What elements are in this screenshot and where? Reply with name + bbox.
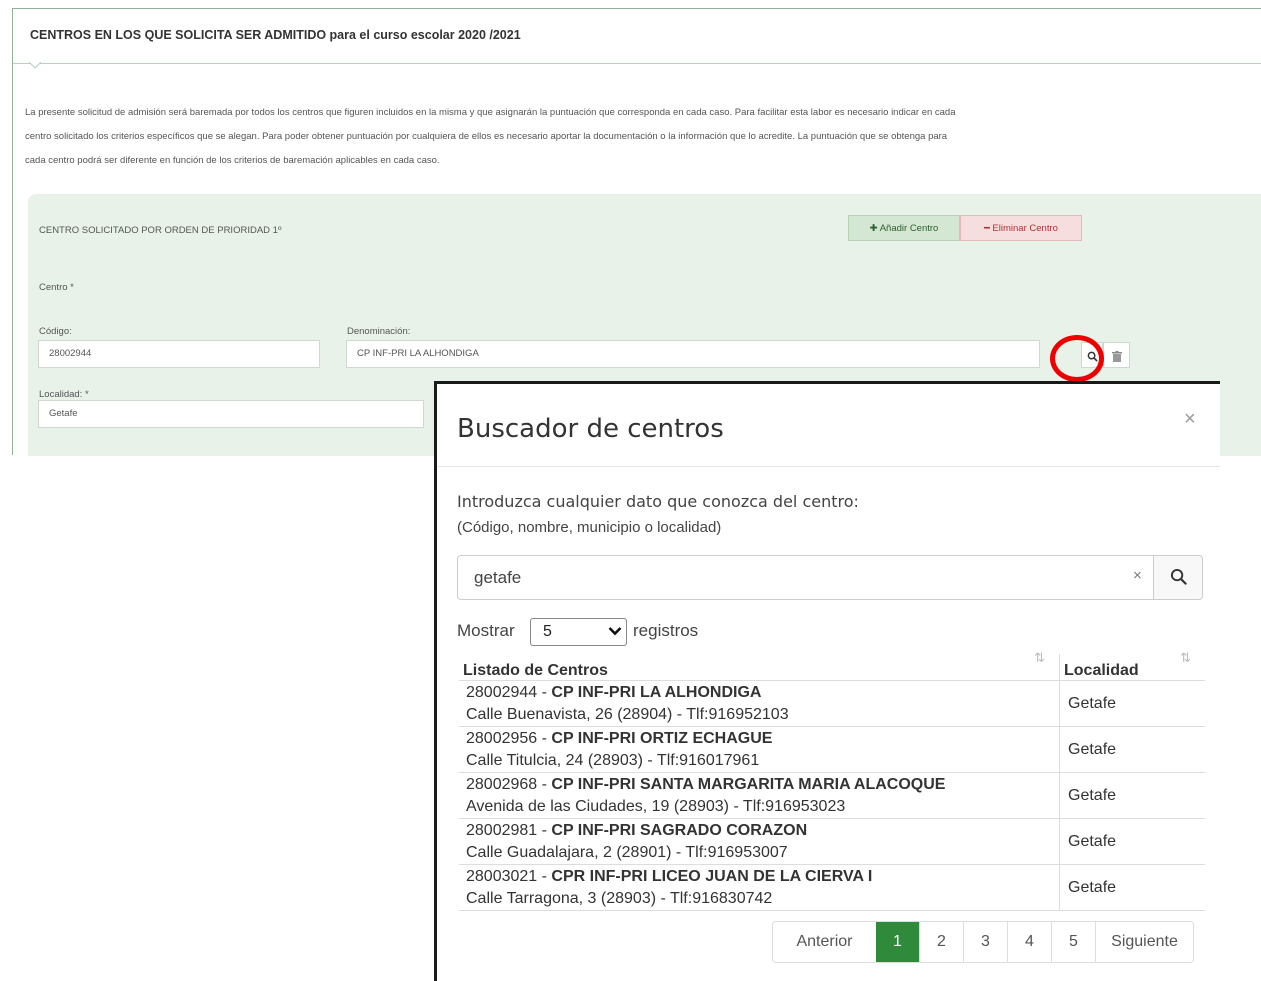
- centro-address: Calle Guadalajara, 2 (28901) - Tlf:91695…: [466, 844, 788, 861]
- centro-code: 28002956: [466, 730, 538, 747]
- caret-down-icon: [29, 62, 41, 69]
- sort-icon[interactable]: ⇅: [1180, 650, 1191, 666]
- table-header-row: Listado de Centros ⇅ Localidad ⇅: [459, 650, 1205, 681]
- centro-address: Calle Tarragona, 3 (28903) - Tlf:9168307…: [466, 890, 773, 907]
- table-row[interactable]: 28002968 - CP INF-PRI SANTA MARGARITA MA…: [459, 772, 1205, 819]
- search-group: ×: [457, 555, 1203, 600]
- column-header-label: Localidad: [1064, 662, 1139, 679]
- pagination-page-2[interactable]: 2: [919, 922, 963, 962]
- intro-line: centro solicitado los criterios específi…: [25, 131, 948, 142]
- localidad-field[interactable]: Getafe: [38, 400, 424, 428]
- pagination-prev-button[interactable]: Anterior: [773, 922, 876, 962]
- intro-line: cada centro podrá ser diferente en funci…: [25, 155, 440, 166]
- remove-centro-button[interactable]: ━ Eliminar Centro: [960, 215, 1082, 241]
- centro-heading: CENTRO SOLICITADO POR ORDEN DE PRIORIDAD…: [39, 225, 282, 236]
- localidad-cell[interactable]: Getafe: [1059, 772, 1205, 819]
- centro-cell[interactable]: 28002944 - CP INF-PRI LA ALHONDIGA Calle …: [459, 680, 1060, 727]
- pagination-page-3[interactable]: 3: [963, 922, 1007, 962]
- centro-name: CP INF-PRI LA ALHONDIGA: [551, 684, 762, 701]
- centro-cell[interactable]: 28002981 - CP INF-PRI SAGRADO CORAZON Cal…: [459, 818, 1060, 865]
- localidad-label: Localidad: *: [39, 389, 89, 400]
- modal-title: Buscador de centros: [457, 414, 724, 444]
- column-header-label: Listado de Centros: [463, 662, 608, 679]
- centro-name: CP INF-PRI SAGRADO CORAZON: [551, 822, 808, 839]
- column-header-localidad[interactable]: Localidad ⇅: [1059, 650, 1205, 681]
- localidad-cell[interactable]: Getafe: [1059, 818, 1205, 865]
- intro-line: La presente solicitud de admisión será b…: [25, 107, 956, 118]
- clear-centro-button[interactable]: [1103, 342, 1130, 368]
- trash-icon: [1111, 351, 1122, 362]
- sort-icon[interactable]: ⇅: [1034, 650, 1045, 666]
- centro-name: CPR INF-PRI LICEO JUAN DE LA CIERVA I: [551, 868, 873, 885]
- centro-title-line: 28002956 - CP INF-PRI ORTIZ ECHAGUE: [466, 730, 773, 747]
- localidad-cell[interactable]: Getafe: [1059, 726, 1205, 773]
- centro-title-line: 28002968 - CP INF-PRI SANTA MARGARITA MA…: [466, 776, 946, 793]
- centro-address: Calle Buenavista, 26 (28904) - Tlf:91695…: [466, 706, 789, 723]
- centro-cell[interactable]: 28002968 - CP INF-PRI SANTA MARGARITA MA…: [459, 772, 1060, 819]
- centro-name: CP INF-PRI SANTA MARGARITA MARIA ALACOQU…: [551, 776, 946, 793]
- table-row[interactable]: 28003021 - CPR INF-PRI LICEO JUAN DE LA …: [459, 864, 1205, 911]
- page-title-rest: para el curso escolar 2020 /2021: [326, 28, 521, 42]
- search-button[interactable]: [1153, 555, 1203, 600]
- page-title: CENTROS EN LOS QUE SOLICITA SER ADMITIDO…: [30, 28, 521, 42]
- page-title-upper: CENTROS EN LOS QUE SOLICITA SER ADMITIDO: [30, 28, 327, 42]
- centro-code: 28002944: [466, 684, 538, 701]
- page-length-value: 5: [543, 623, 552, 640]
- centro-title-line: 28002981 - CP INF-PRI SAGRADO CORAZON: [466, 822, 808, 839]
- pagination-next-button[interactable]: Siguiente: [1095, 922, 1193, 962]
- search-input[interactable]: [457, 555, 1154, 600]
- highlight-circle: [1050, 335, 1104, 382]
- magnifier-icon: [1170, 568, 1187, 585]
- page-length-select[interactable]: 5: [530, 618, 627, 646]
- length-suffix: registros: [633, 621, 699, 640]
- centro-label: Centro *: [39, 282, 74, 293]
- denominacion-label: Denominación:: [347, 326, 411, 337]
- centro-cell[interactable]: 28002956 - CP INF-PRI ORTIZ ECHAGUE Calle…: [459, 726, 1060, 773]
- centro-code: 28002981: [466, 822, 538, 839]
- centro-address: Avenida de las Ciudades, 19 (28903) - Tl…: [466, 798, 846, 815]
- form-header: CENTROS EN LOS QUE SOLICITA SER ADMITIDO…: [13, 9, 1261, 64]
- search-hint: (Código, nombre, municipio o localidad): [457, 519, 722, 536]
- search-instruction: Introduzca cualquier dato que conozca de…: [457, 492, 859, 511]
- centro-cell[interactable]: 28003021 - CPR INF-PRI LICEO JUAN DE LA …: [459, 864, 1060, 911]
- results-table: Listado de Centros ⇅ Localidad ⇅ 28002944 …: [459, 650, 1205, 911]
- localidad-cell[interactable]: Getafe: [1059, 680, 1205, 727]
- modal-divider: [437, 466, 1220, 467]
- table-row[interactable]: 28002956 - CP INF-PRI ORTIZ ECHAGUE Calle…: [459, 726, 1205, 773]
- codigo-field[interactable]: 28002944: [38, 340, 320, 368]
- pagination-page-4[interactable]: 4: [1007, 922, 1051, 962]
- centro-code: 28002968: [466, 776, 538, 793]
- length-label: Mostrar: [457, 621, 515, 640]
- centro-address: Calle Titulcia, 24 (28903) - Tlf:9160179…: [466, 752, 760, 769]
- close-icon[interactable]: ×: [1184, 408, 1196, 431]
- centro-name: CP INF-PRI ORTIZ ECHAGUE: [551, 730, 773, 747]
- codigo-label: Código:: [39, 326, 72, 337]
- table-row[interactable]: 28002981 - CP INF-PRI SAGRADO CORAZON Cal…: [459, 818, 1205, 865]
- column-header-centros[interactable]: Listado de Centros ⇅: [459, 650, 1060, 681]
- pagination-page-1[interactable]: 1: [876, 922, 919, 962]
- centro-title-line: 28003021 - CPR INF-PRI LICEO JUAN DE LA …: [466, 868, 873, 885]
- localidad-cell[interactable]: Getafe: [1059, 864, 1205, 911]
- pagination-page-5[interactable]: 5: [1051, 922, 1095, 962]
- add-centro-button[interactable]: ✚ Añadir Centro: [848, 215, 960, 241]
- clear-search-icon[interactable]: ×: [1133, 567, 1142, 584]
- centro-search-modal: Buscador de centros × Introduzca cualqui…: [434, 381, 1220, 981]
- centro-code: 28003021: [466, 868, 538, 885]
- denominacion-field[interactable]: CP INF-PRI LA ALHONDIGA: [346, 340, 1040, 368]
- chevron-down-icon: [608, 627, 622, 636]
- intro-text: La presente solicitud de admisión será b…: [25, 101, 1160, 173]
- centro-title-line: 28002944 - CP INF-PRI LA ALHONDIGA: [466, 684, 762, 701]
- table-row[interactable]: 28002944 - CP INF-PRI LA ALHONDIGA Calle …: [459, 680, 1205, 727]
- pagination: Anterior 1 2 3 4 5 Siguiente: [772, 921, 1194, 963]
